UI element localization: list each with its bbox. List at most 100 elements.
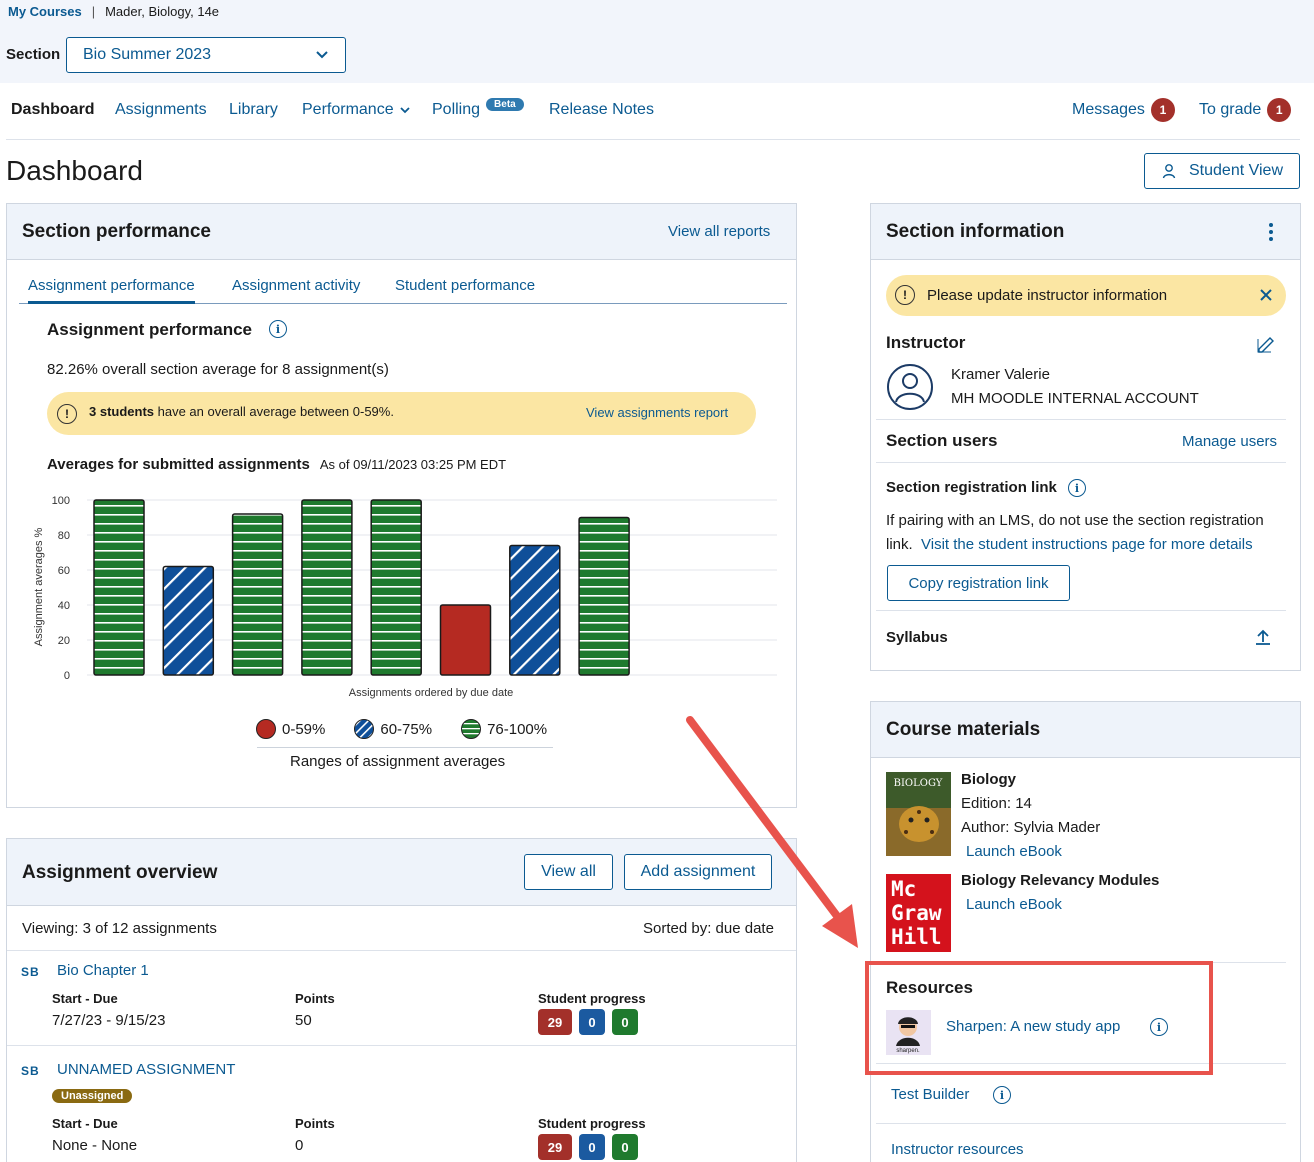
assignment-name-link[interactable]: UNNAMED ASSIGNMENT bbox=[57, 1061, 235, 1078]
annotation-highlight-box bbox=[865, 961, 1213, 1075]
student-progress: 29 0 0 bbox=[538, 1009, 638, 1035]
nav-performance[interactable]: Performance bbox=[302, 101, 410, 119]
instructor-resources-link[interactable]: Instructor resources bbox=[891, 1141, 1024, 1158]
tab-student-performance[interactable]: Student performance bbox=[395, 277, 535, 294]
nav-library[interactable]: Library bbox=[229, 101, 278, 119]
chevron-down-icon bbox=[399, 107, 410, 114]
smartbook-icon: SB bbox=[21, 1064, 40, 1078]
averages-heading: Averages for submitted assignments As of… bbox=[47, 456, 506, 473]
chart-bar[interactable] bbox=[93, 499, 145, 676]
nav-assignments[interactable]: Assignments bbox=[115, 101, 207, 119]
registration-title: Section registration link bbox=[886, 479, 1057, 496]
student-progress: 29 0 0 bbox=[538, 1134, 638, 1160]
student-instructions-link[interactable]: Visit the student instructions page for … bbox=[921, 536, 1253, 553]
mcgraw-hill-logo: Mc Graw Hill bbox=[886, 874, 951, 952]
list-item: SB UNNAMED ASSIGNMENT Unassigned Start -… bbox=[7, 1046, 796, 1162]
blue-hatched-circle-icon bbox=[354, 719, 375, 739]
breadcrumb-separator: | bbox=[91, 4, 96, 19]
x-axis-label: Assignments ordered by due date bbox=[349, 687, 514, 699]
breadcrumb: My Courses | Mader, Biology, 14e bbox=[8, 4, 219, 19]
section-label: Section bbox=[6, 46, 61, 63]
progress-submitted-badge[interactable]: 0 bbox=[612, 1134, 638, 1160]
chart-bar[interactable] bbox=[439, 604, 492, 676]
tab-assignment-activity[interactable]: Assignment activity bbox=[232, 277, 360, 294]
section-average-text: 82.26% overall section average for 8 ass… bbox=[47, 361, 389, 378]
section-information-title: Section information bbox=[886, 221, 1065, 242]
unassigned-badge: Unassigned bbox=[52, 1089, 133, 1103]
messages-count-badge: 1 bbox=[1150, 98, 1175, 122]
nav-performance-label: Performance bbox=[302, 101, 394, 118]
legend-label-mid: 60-75% bbox=[380, 720, 433, 738]
view-all-button[interactable]: View all bbox=[524, 854, 613, 890]
upload-icon[interactable] bbox=[1255, 628, 1271, 646]
section-dropdown-value: Bio Summer 2023 bbox=[83, 46, 212, 63]
y-tick-label: 0 bbox=[64, 670, 70, 682]
start-due-header: Start - Due bbox=[52, 1116, 118, 1131]
test-builder-link[interactable]: Test Builder bbox=[891, 1086, 969, 1103]
student-view-button[interactable]: Student View bbox=[1144, 153, 1300, 189]
y-tick-label: 100 bbox=[52, 495, 70, 507]
progress-submitted-badge[interactable]: 0 bbox=[612, 1009, 638, 1035]
info-divider bbox=[876, 462, 1286, 463]
view-assignments-report-link[interactable]: View assignments report bbox=[586, 405, 728, 420]
info-divider bbox=[876, 419, 1286, 420]
assignment-name-link[interactable]: Bio Chapter 1 bbox=[57, 962, 149, 979]
logo-line-graw: Graw bbox=[891, 901, 942, 925]
points-header: Points bbox=[295, 991, 335, 1006]
start-due-value: None - None bbox=[52, 1137, 138, 1154]
section-dropdown[interactable]: Bio Summer 2023 bbox=[66, 37, 346, 73]
manage-users-link[interactable]: Manage users bbox=[1182, 433, 1277, 450]
y-tick-label: 20 bbox=[58, 635, 70, 647]
nav-dashboard[interactable]: Dashboard bbox=[11, 101, 95, 119]
nav-messages[interactable]: Messages 1 bbox=[1072, 98, 1175, 122]
logo-line-mc: Mc bbox=[891, 877, 917, 901]
section-information-card: Section information ! Please update inst… bbox=[870, 203, 1301, 671]
progress-in-progress-badge[interactable]: 0 bbox=[579, 1009, 605, 1035]
book2-title: Biology Relevancy Modules bbox=[961, 872, 1160, 889]
smartbook-icon: SB bbox=[21, 965, 40, 979]
chart-bar[interactable] bbox=[231, 513, 284, 676]
y-tick-label: 60 bbox=[58, 565, 70, 577]
nav-to-grade[interactable]: To grade 1 bbox=[1199, 98, 1292, 122]
tab-assignment-performance[interactable]: Assignment performance bbox=[28, 277, 195, 304]
averages-asof: As of 09/11/2023 03:25 PM EDT bbox=[319, 457, 507, 472]
y-tick-label: 80 bbox=[58, 530, 70, 542]
chart-bar[interactable] bbox=[162, 565, 215, 676]
copy-registration-link-button[interactable]: Copy registration link bbox=[887, 565, 1070, 601]
instructor-account: MH MOODLE INTERNAL ACCOUNT bbox=[951, 390, 1199, 407]
info-icon[interactable]: i bbox=[993, 1086, 1011, 1104]
progress-in-progress-badge[interactable]: 0 bbox=[579, 1134, 605, 1160]
more-options-icon[interactable] bbox=[1268, 222, 1274, 242]
legend-item-mid: 60-75% bbox=[353, 718, 432, 740]
main-nav: Dashboard Assignments Library Performanc… bbox=[0, 85, 1314, 140]
nav-polling[interactable]: Polling Beta bbox=[432, 97, 524, 119]
breadcrumb-my-courses[interactable]: My Courses bbox=[8, 4, 82, 19]
launch-ebook-link[interactable]: Launch eBook bbox=[966, 843, 1062, 860]
red-circle-icon bbox=[256, 719, 276, 739]
launch-ebook-link[interactable]: Launch eBook bbox=[966, 896, 1062, 913]
chart-bar[interactable] bbox=[301, 499, 353, 676]
chart-bar[interactable] bbox=[509, 544, 561, 676]
view-all-reports-link[interactable]: View all reports bbox=[668, 223, 770, 240]
materials-divider bbox=[876, 1123, 1286, 1124]
breadcrumb-course: Mader, Biology, 14e bbox=[105, 4, 220, 19]
start-due-value: 7/27/23 - 9/15/23 bbox=[52, 1012, 166, 1029]
legend-label-low: 0-59% bbox=[282, 720, 326, 738]
biology-book-cover[interactable]: BIOLOGY bbox=[886, 772, 951, 856]
progress-not-started-badge[interactable]: 29 bbox=[538, 1009, 572, 1035]
update-info-text: Please update instructor information bbox=[927, 287, 1168, 304]
close-icon[interactable] bbox=[1259, 288, 1273, 302]
y-axis-label: Assignment averages % bbox=[33, 527, 45, 646]
info-icon[interactable]: i bbox=[1068, 479, 1086, 497]
progress-not-started-badge[interactable]: 29 bbox=[538, 1134, 572, 1160]
start-due-header: Start - Due bbox=[52, 991, 118, 1006]
chart-bar[interactable] bbox=[370, 499, 422, 676]
student-progress-header: Student progress bbox=[538, 1116, 646, 1131]
info-icon[interactable]: i bbox=[269, 320, 287, 338]
edit-icon[interactable] bbox=[1256, 335, 1276, 353]
points-header: Points bbox=[295, 1116, 335, 1131]
legend-divider bbox=[257, 747, 553, 748]
nav-release-notes[interactable]: Release Notes bbox=[549, 101, 654, 119]
chart-bar[interactable] bbox=[578, 516, 630, 676]
page-title: Dashboard bbox=[6, 155, 143, 186]
